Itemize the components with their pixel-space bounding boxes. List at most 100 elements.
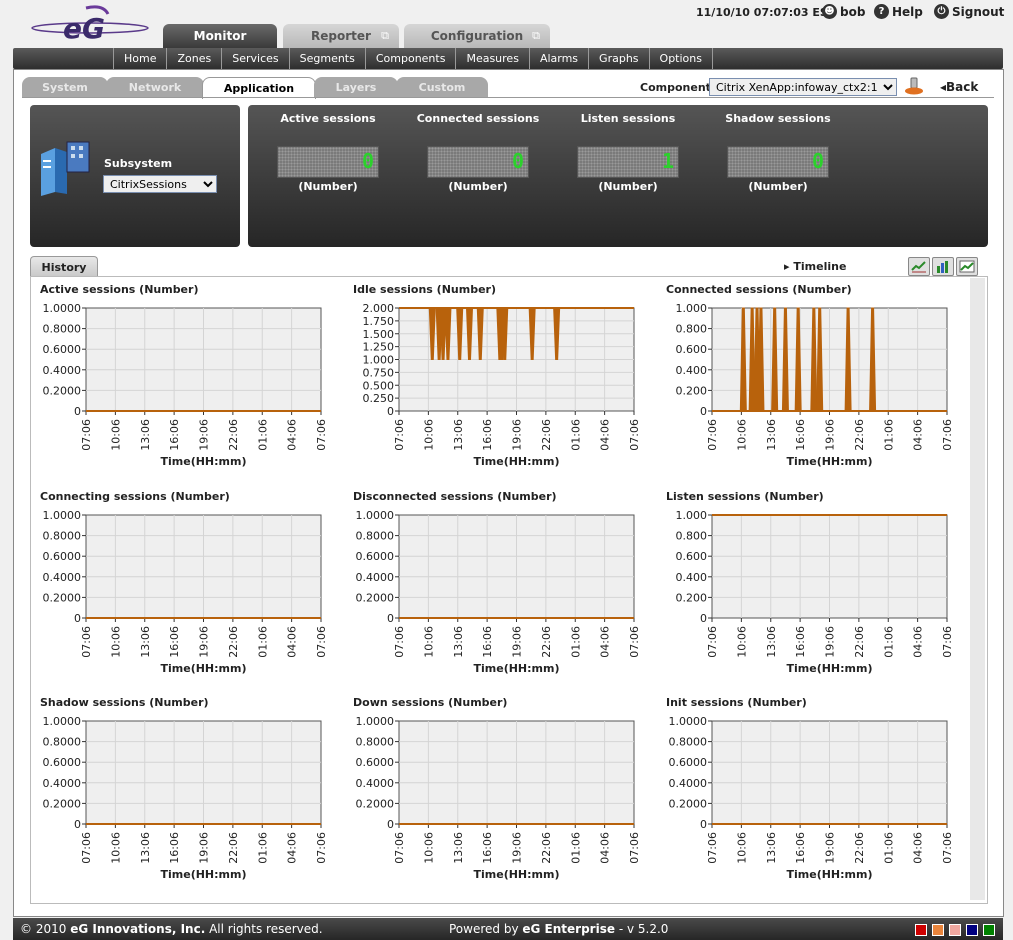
x-tick-label: 01:06 [256,626,269,658]
y-tick-label: 0 [387,818,394,831]
main-tab-configuration[interactable]: Configuration ⧉ [404,24,550,48]
theme-swatch[interactable] [966,924,978,936]
y-tick-label: 0 [700,818,707,831]
x-tick-label: 16:06 [794,832,807,864]
back-label: Back [946,80,979,94]
measure-value: 0 [511,149,524,173]
user-link[interactable]: ☻ bob [822,4,865,19]
y-tick-label: 0 [387,405,394,418]
nav-item-segments[interactable]: Segments [288,48,365,69]
y-tick-label: 1.750 [363,315,395,328]
component-icon[interactable] [904,77,924,95]
measure-display: 1 [577,146,679,178]
x-tick-label: 01:06 [256,419,269,451]
chart-title: Init sessions (Number) [666,696,807,709]
x-tick-label: 22:06 [853,832,866,864]
theme-swatch[interactable] [915,924,927,936]
x-tick-label: 04:06 [912,626,925,658]
tab-system[interactable]: System [22,77,108,97]
main-tab-reporter[interactable]: Reporter ⧉ [283,24,399,48]
timeline-toggle[interactable]: ▸ Timeline [784,260,846,273]
x-tick-label: 10:06 [735,832,748,864]
y-tick-label: 0.200 [676,591,708,604]
x-tick-label: 07:06 [80,419,93,451]
y-tick-label: 0 [700,405,707,418]
history-tab-label: History [41,260,87,274]
x-tick-label: 04:06 [286,832,299,864]
nav-item-graphs[interactable]: Graphs [588,48,648,69]
x-tick-label: 19:06 [198,626,211,658]
product-name: eG Enterprise [522,922,615,936]
x-tick-label: 16:06 [481,419,494,451]
y-tick-label: 0.600 [676,343,708,356]
y-tick-label: 0.400 [676,364,708,377]
help-link[interactable]: ? Help [874,4,923,19]
chart-title: Active sessions (Number) [40,283,198,296]
x-tick-label: 10:06 [109,419,122,451]
y-tick-label: 0.200 [676,384,708,397]
subsystem-select[interactable]: CitrixSessions [103,175,217,193]
theme-swatch[interactable] [983,924,995,936]
nav-item-options[interactable]: Options [648,48,713,69]
nav-item-alarms[interactable]: Alarms [528,48,588,69]
nav-item-components[interactable]: Components [364,48,456,69]
signout-link[interactable]: ⏻ Signout [934,4,1004,19]
tab-custom[interactable]: Custom [396,77,488,97]
x-tick-label: 13:06 [765,832,778,864]
x-tick-label: 22:06 [540,832,553,864]
x-tick-label: 10:06 [735,419,748,451]
bar-chart-button[interactable] [932,257,954,276]
theme-swatch[interactable] [932,924,944,936]
x-tick-label: 22:06 [853,419,866,451]
theme-swatch[interactable] [949,924,961,936]
back-link[interactable]: ◂Back [940,80,978,94]
x-tick-label: 19:06 [511,626,524,658]
nav-item-services[interactable]: Services [221,48,288,69]
nav-item-zones[interactable]: Zones [166,48,221,69]
trend-check-button[interactable] [908,257,930,276]
tab-label: Network [128,80,182,94]
main-tab-monitor[interactable]: Monitor [163,24,277,48]
timeline-label: Timeline [793,260,847,273]
y-tick-label: 0.2000 [43,384,82,397]
y-tick-label: 1.000 [676,509,708,522]
x-tick-label: 07:06 [393,626,406,658]
company-name: eG Innovations, Inc. [70,922,206,936]
history-chart: Shadow sessions (Number) 0 0.2000 0.4000 0.6… [40,696,328,881]
measure-connected-sessions: Connected sessions 0 (Number) [413,112,543,193]
x-tick-label: 07:06 [315,626,328,658]
tab-layers[interactable]: Layers [314,77,398,97]
measure-display: 0 [427,146,529,178]
component-label: Component [640,81,711,94]
x-tick-label: 07:06 [706,419,719,451]
tab-application[interactable]: Application [202,77,316,99]
line-chart-button[interactable] [956,257,978,276]
nav-item-measures[interactable]: Measures [455,48,528,69]
x-tick-label: 01:06 [569,419,582,451]
x-tick-label: 13:06 [765,626,778,658]
y-tick-label: 0 [387,612,394,625]
history-scrollbar[interactable] [970,278,985,900]
x-tick-label: 16:06 [168,626,181,658]
chart-title: Shadow sessions (Number) [40,696,209,709]
x-axis-label: Time(HH:mm) [474,455,560,468]
help-icon: ? [874,4,889,19]
component-select[interactable]: Citrix XenApp:infoway_ctx2:1 [709,78,897,96]
history-tab[interactable]: History [30,256,98,277]
x-tick-label: 07:06 [628,419,641,451]
open-window-icon: ⧉ [381,29,389,42]
x-tick-label: 07:06 [628,626,641,658]
y-tick-label: 0.800 [676,323,708,336]
measure-title: Active sessions [280,112,376,125]
tab-network[interactable]: Network [106,77,204,97]
server-icon [41,141,90,196]
x-tick-label: 07:06 [706,832,719,864]
y-tick-label: 0.400 [676,571,708,584]
x-tick-label: 07:06 [628,832,641,864]
measure-title: Listen sessions [580,112,676,125]
power-icon: ⏻ [934,4,949,19]
nav-item-home[interactable]: Home [113,48,166,69]
measure-title: Connected sessions [416,112,540,125]
y-tick-label: 0.4000 [356,571,395,584]
tab-label: Layers [335,80,377,94]
